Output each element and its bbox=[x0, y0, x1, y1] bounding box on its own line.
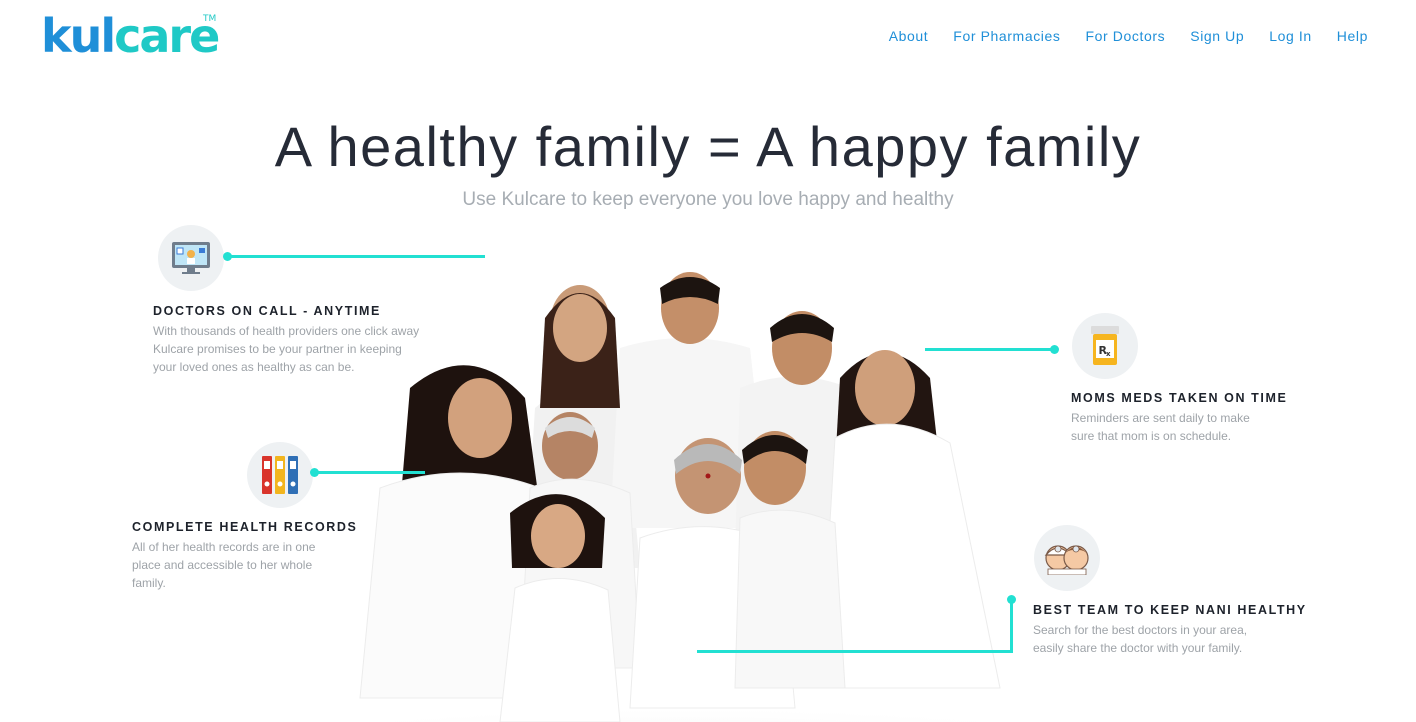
meds-connector-dot bbox=[1050, 345, 1059, 354]
nav-for-pharmacies[interactable]: For Pharmacies bbox=[953, 27, 1060, 45]
hero-subtitle: Use Kulcare to keep everyone you love ha… bbox=[462, 189, 954, 210]
doctors-on-call-description: With thousands of health providers one c… bbox=[153, 324, 420, 374]
meds-title: MOMS MEDS TAKEN ON TIME bbox=[1071, 391, 1288, 405]
nav-sign-up[interactable]: Sign Up bbox=[1190, 27, 1244, 45]
nav-log-in[interactable]: Log In bbox=[1269, 27, 1312, 45]
logo-kul: kul bbox=[41, 9, 116, 63]
kulcare-logo[interactable]: kulcare TM bbox=[41, 8, 220, 64]
health-records-icon-circle bbox=[247, 442, 313, 508]
hero-title: A healthy family = A happy family bbox=[274, 115, 1142, 178]
computer-doctor-icon bbox=[172, 242, 210, 274]
meds-icon-circle: R x bbox=[1072, 313, 1138, 379]
doctors-connector-line bbox=[228, 255, 485, 258]
top-nav: About For Pharmacies For Doctors Sign Up… bbox=[889, 27, 1368, 45]
record-binders-icon bbox=[262, 456, 298, 494]
best-team-icon-circle bbox=[1034, 525, 1100, 591]
health-records-description: All of her health records are in one pla… bbox=[132, 540, 316, 590]
doctors-on-call-icon-circle bbox=[158, 225, 224, 291]
doctors-team-icon bbox=[1044, 545, 1089, 575]
best-team-description: Search for the best doctors in your area… bbox=[1033, 623, 1248, 655]
records-connector-line bbox=[315, 471, 425, 474]
rx-pill-bottle-icon: R x bbox=[1091, 326, 1119, 365]
family-photo bbox=[340, 268, 1030, 722]
trademark-mark: TM bbox=[203, 14, 217, 24]
team-connector-line-vertical bbox=[1010, 600, 1013, 653]
health-records-title: COMPLETE HEALTH RECORDS bbox=[132, 520, 358, 534]
nav-help[interactable]: Help bbox=[1337, 27, 1368, 45]
nav-about[interactable]: About bbox=[889, 27, 929, 45]
best-team-title: BEST TEAM TO KEEP NANI HEALTHY bbox=[1033, 603, 1307, 617]
nav-for-doctors[interactable]: For Doctors bbox=[1086, 27, 1166, 45]
svg-text:x: x bbox=[1106, 350, 1111, 358]
doctors-on-call-title: DOCTORS ON CALL - ANYTIME bbox=[153, 304, 381, 318]
family-illustration bbox=[355, 272, 1015, 722]
meds-connector-line bbox=[925, 348, 1055, 351]
team-connector-line-horizontal bbox=[697, 650, 1013, 653]
meds-description: Reminders are sent daily to make sure th… bbox=[1071, 411, 1250, 443]
